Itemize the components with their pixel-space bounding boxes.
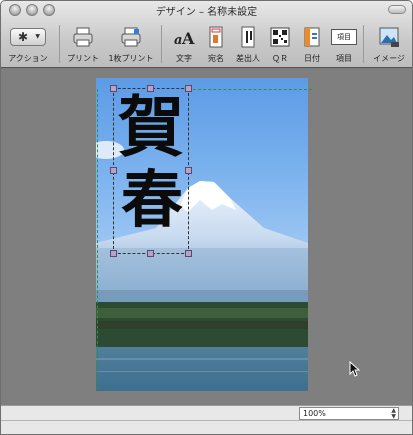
resize-handle-bottom[interactable] xyxy=(147,250,154,257)
qr-code-icon xyxy=(270,27,290,47)
zoom-value: 100% xyxy=(303,409,326,418)
vertical-guide-line[interactable] xyxy=(97,89,98,389)
print-button[interactable]: プリント xyxy=(65,19,101,67)
horizontal-scrollbar[interactable] xyxy=(1,420,412,421)
field-tool-button[interactable]: 項目 項目 xyxy=(329,19,359,67)
status-bar: 100% ▲ ▼ xyxy=(1,405,412,434)
window-title: デザイン – 名称未設定 xyxy=(155,7,258,18)
text-icon: a A xyxy=(174,29,195,48)
design-window: デザイン – 名称未設定 ✱ ▼ アクション プリント 1枚プリント a A 文… xyxy=(0,0,413,435)
gear-icon: ✱ xyxy=(18,30,29,44)
printer-icon xyxy=(73,27,93,47)
toolbar: ✱ ▼ アクション プリント 1枚プリント a A 文字 宛名 差出人 ＱＲ 日… xyxy=(1,19,412,67)
selection-box[interactable] xyxy=(113,88,189,254)
image-tool-button[interactable]: イメージ xyxy=(369,19,409,67)
toolbar-toggle-button[interactable] xyxy=(388,5,406,14)
chevron-down-icon: ▼ xyxy=(35,33,40,40)
resize-handle-top-left[interactable] xyxy=(110,85,117,92)
resize-handle-bottom-right[interactable] xyxy=(185,250,192,257)
stepper-arrows-icon: ▲ ▼ xyxy=(391,407,396,420)
svg-text:A: A xyxy=(181,29,195,48)
print-one-label: 1枚プリント xyxy=(108,54,154,63)
field-box-icon: 項目 xyxy=(331,29,357,45)
calendar-icon xyxy=(304,27,320,47)
resize-handle-right[interactable] xyxy=(185,167,192,174)
action-tool[interactable]: ✱ ▼ アクション xyxy=(3,19,53,67)
image-label: イメージ xyxy=(373,54,405,63)
resize-handle-top-right[interactable] xyxy=(185,85,192,92)
printer-single-icon xyxy=(121,27,141,47)
action-label: アクション xyxy=(8,54,48,63)
zoom-select[interactable]: 100% ▲ ▼ xyxy=(299,407,399,420)
postcard-icon xyxy=(209,26,223,48)
image-icon xyxy=(379,27,399,47)
resize-handle-top[interactable] xyxy=(147,85,154,92)
mouse-pointer-icon xyxy=(349,361,361,377)
action-menu-button[interactable]: ✱ ▼ xyxy=(10,28,46,46)
resize-handle-bottom-left[interactable] xyxy=(110,250,117,257)
title-bar[interactable]: デザイン – 名称未設定 xyxy=(1,1,412,19)
print-one-button[interactable]: 1枚プリント xyxy=(108,19,154,67)
resize-handle-left[interactable] xyxy=(110,167,117,174)
window-chrome: デザイン – 名称未設定 ✱ ▼ アクション プリント 1枚プリント a A 文… xyxy=(1,1,412,68)
sender-icon xyxy=(241,26,255,48)
horizontal-guide-line[interactable] xyxy=(188,89,312,90)
design-canvas[interactable]: 賀 春 xyxy=(1,69,412,405)
